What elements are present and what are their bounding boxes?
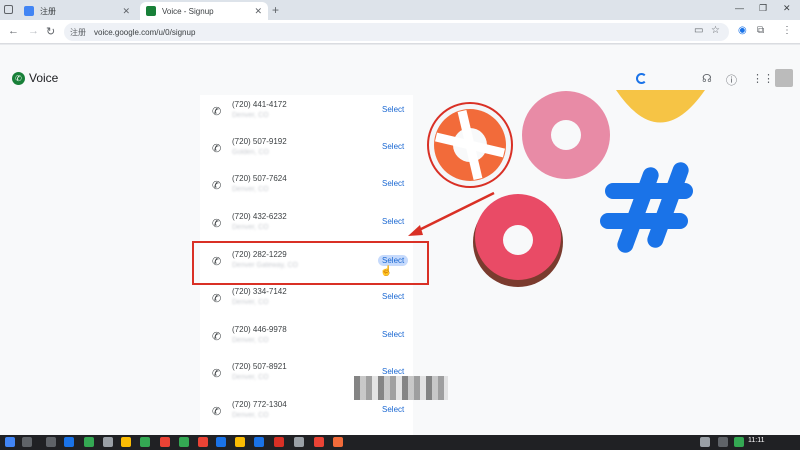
tray-icon[interactable] <box>734 437 744 447</box>
close-window-button[interactable]: ✕ <box>783 3 791 14</box>
maximize-button[interactable]: ❐ <box>759 3 767 14</box>
search-icon[interactable] <box>22 437 32 447</box>
tray-icon[interactable] <box>700 437 710 447</box>
site-info-chip[interactable]: 注册 <box>70 27 86 38</box>
tab-title: Voice - Signup <box>162 6 214 16</box>
url-text: voice.google.com/u/0/signup <box>94 27 196 37</box>
whatsapp-icon[interactable] <box>179 437 189 447</box>
pixelated-redaction <box>354 376 448 400</box>
reload-icon[interactable]: ↻ <box>46 25 55 38</box>
tab-strip: 注册 ✕ Voice - Signup ✕ + — ❐ ✕ <box>0 0 800 20</box>
app-icon[interactable] <box>84 437 94 447</box>
app-icon[interactable] <box>294 437 304 447</box>
app-icon[interactable] <box>274 437 284 447</box>
tab-signup-cn[interactable]: 注册 ✕ <box>18 2 136 20</box>
app-icon[interactable] <box>216 437 226 447</box>
close-tab-icon[interactable]: ✕ <box>122 6 130 17</box>
app-icon[interactable] <box>333 437 343 447</box>
new-tab-button[interactable]: + <box>272 3 279 17</box>
close-tab-icon[interactable]: ✕ <box>254 6 262 17</box>
system-clock[interactable]: 11:11 <box>748 437 764 444</box>
task-view-icon[interactable] <box>46 437 56 447</box>
back-icon[interactable]: ← <box>8 25 19 37</box>
app-icon[interactable] <box>314 437 324 447</box>
tab-voice-signup[interactable]: Voice - Signup ✕ <box>140 2 268 20</box>
voice-app: ✆ Voice ☊ ⓘ ⋮⋮ ✆ (720) 441-4172 Denver, … <box>0 45 800 435</box>
chrome-icon[interactable] <box>198 437 208 447</box>
tab-favicon-icon <box>24 6 34 16</box>
puzzle-extensions-icon[interactable]: ⧉ <box>757 25 764 36</box>
app-icon[interactable] <box>103 437 113 447</box>
app-icon[interactable] <box>160 437 170 447</box>
tab-title: 注册 <box>40 6 56 16</box>
chrome-icon[interactable] <box>235 437 245 447</box>
folder-icon[interactable] <box>121 437 131 447</box>
start-windows-icon[interactable] <box>5 437 15 447</box>
address-bar[interactable]: 注册 voice.google.com/u/0/signup <box>64 23 729 41</box>
voice-favicon-icon <box>146 6 156 16</box>
browser-toolbar: ← → ↻ 注册 voice.google.com/u/0/signup ▭ ☆… <box>0 20 800 44</box>
wechat-icon[interactable] <box>140 437 150 447</box>
hand-cursor-icon: ☝ <box>380 266 393 277</box>
minimize-button[interactable]: — <box>735 3 744 13</box>
tab-search-icon[interactable] <box>4 5 13 14</box>
extension-icon[interactable]: ◉ <box>738 25 747 36</box>
cast-icon[interactable]: ▭ <box>694 25 703 36</box>
volume-icon[interactable] <box>718 437 728 447</box>
app-icon[interactable] <box>254 437 264 447</box>
forward-icon[interactable]: → <box>28 25 39 37</box>
os-taskbar: 11:11 <box>0 435 800 450</box>
app-icon[interactable] <box>64 437 74 447</box>
browser-menu-icon[interactable]: ⋮ <box>782 25 792 36</box>
bookmark-star-icon[interactable]: ☆ <box>711 25 720 36</box>
browser-window: 注册 ✕ Voice - Signup ✕ + — ❐ ✕ ← → ↻ 注册 v… <box>0 0 800 450</box>
